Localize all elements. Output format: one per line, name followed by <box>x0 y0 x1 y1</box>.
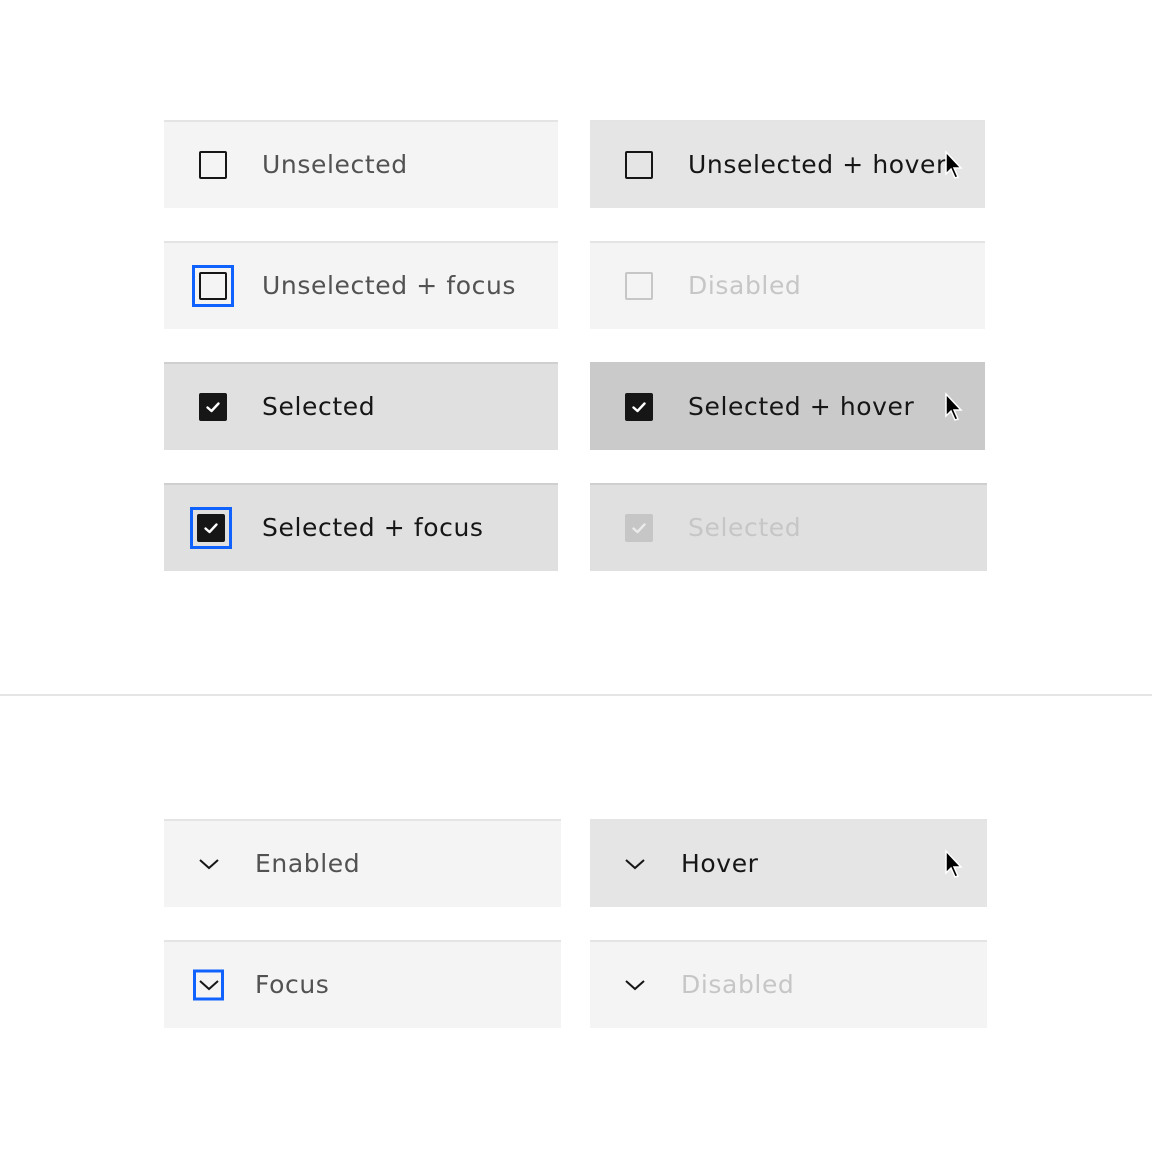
page: Unselected Unselected + hover Unselected… <box>0 0 1152 1152</box>
checkbox-tile-selected-focus[interactable]: Selected + focus <box>164 483 558 571</box>
checkbox-unchecked-icon[interactable] <box>199 151 227 179</box>
checkbox-label: Selected + focus <box>262 512 484 542</box>
accordion-header-focus[interactable]: Focus <box>164 940 561 1028</box>
accordion-label: Enabled <box>255 848 361 878</box>
checkbox-tile-unselected[interactable]: Unselected <box>164 120 558 208</box>
checkbox-label: Unselected + hover <box>688 149 947 179</box>
checkbox-disabled-icon <box>625 272 653 300</box>
checkbox-tile-unselected-hover[interactable]: Unselected + hover <box>590 120 985 208</box>
chevron-down-icon <box>624 978 646 992</box>
checkbox-unchecked-icon[interactable] <box>199 272 227 300</box>
checkbox-tile-selected-hover[interactable]: Selected + hover <box>590 362 985 450</box>
checkbox-unchecked-icon[interactable] <box>625 151 653 179</box>
chevron-down-icon <box>198 978 220 992</box>
checkbox-checked-icon[interactable] <box>199 393 227 421</box>
checkbox-label: Selected <box>262 391 376 421</box>
checkbox-checked-icon[interactable] <box>625 393 653 421</box>
accordion-label: Disabled <box>681 969 795 999</box>
checkbox-tile-selected[interactable]: Selected <box>164 362 558 450</box>
checkbox-label: Disabled <box>688 270 802 300</box>
mouse-cursor-icon <box>944 150 964 180</box>
checkbox-label: Selected + hover <box>688 391 915 421</box>
accordion-header-enabled[interactable]: Enabled <box>164 819 561 907</box>
accordion-label: Hover <box>681 848 759 878</box>
accordion-label: Focus <box>255 969 330 999</box>
checkbox-label: Unselected <box>262 149 408 179</box>
checkbox-tile-unselected-focus[interactable]: Unselected + focus <box>164 241 558 329</box>
chevron-down-icon <box>198 857 220 871</box>
checkbox-label: Unselected + focus <box>262 270 517 300</box>
checkbox-tile-selected-disabled: Selected <box>590 483 987 571</box>
mouse-cursor-icon <box>944 849 964 879</box>
checkbox-tile-disabled: Disabled <box>590 241 985 329</box>
mouse-cursor-icon <box>944 392 964 422</box>
accordion-header-disabled: Disabled <box>590 940 987 1028</box>
chevron-down-icon <box>624 857 646 871</box>
section-divider <box>0 694 1152 696</box>
accordion-header-hover[interactable]: Hover <box>590 819 987 907</box>
checkbox-checked-disabled-icon <box>625 514 653 542</box>
checkbox-label: Selected <box>688 512 802 542</box>
checkbox-checked-icon[interactable] <box>197 514 225 542</box>
